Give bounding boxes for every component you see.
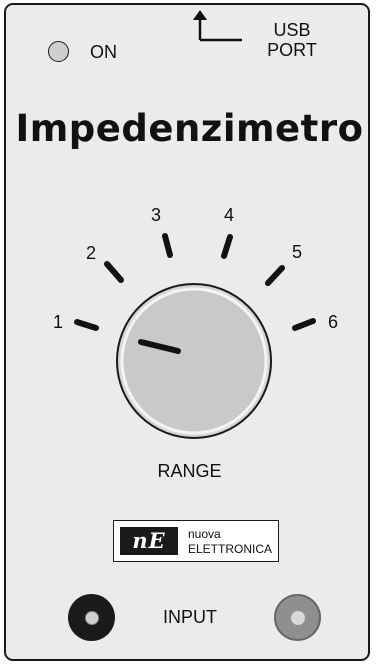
range-number-4: 4 bbox=[223, 205, 234, 225]
usb-port-label: USB PORT bbox=[262, 20, 322, 60]
input-jack-black[interactable] bbox=[68, 594, 115, 641]
range-number-2: 2 bbox=[85, 243, 96, 263]
range-knob[interactable] bbox=[116, 283, 272, 439]
power-led-label: ON bbox=[90, 42, 117, 62]
device-title: Impedenzimetro bbox=[15, 107, 364, 150]
jack-hole bbox=[290, 610, 305, 625]
brand-logo-box: nE nuova ELETTRONICA bbox=[113, 520, 279, 562]
jack-hole bbox=[84, 610, 99, 625]
brand-name-line1: nuova bbox=[188, 527, 221, 541]
range-number-6: 6 bbox=[327, 312, 338, 332]
usb-arrow-icon bbox=[193, 10, 242, 42]
input-label: INPUT bbox=[163, 607, 217, 627]
usb-label-line1: USB bbox=[273, 20, 311, 40]
range-label: RANGE bbox=[157, 461, 222, 481]
usb-label-line2: PORT bbox=[267, 40, 317, 60]
range-number-3: 3 bbox=[150, 205, 161, 225]
range-number-5: 5 bbox=[291, 242, 302, 262]
brand-name-line2: ELETTRONICA bbox=[188, 542, 273, 556]
input-jack-grey[interactable] bbox=[274, 594, 321, 641]
power-led-indicator bbox=[48, 41, 69, 62]
range-number-1: 1 bbox=[52, 312, 63, 332]
brand-logo-mark: nE bbox=[120, 527, 178, 555]
